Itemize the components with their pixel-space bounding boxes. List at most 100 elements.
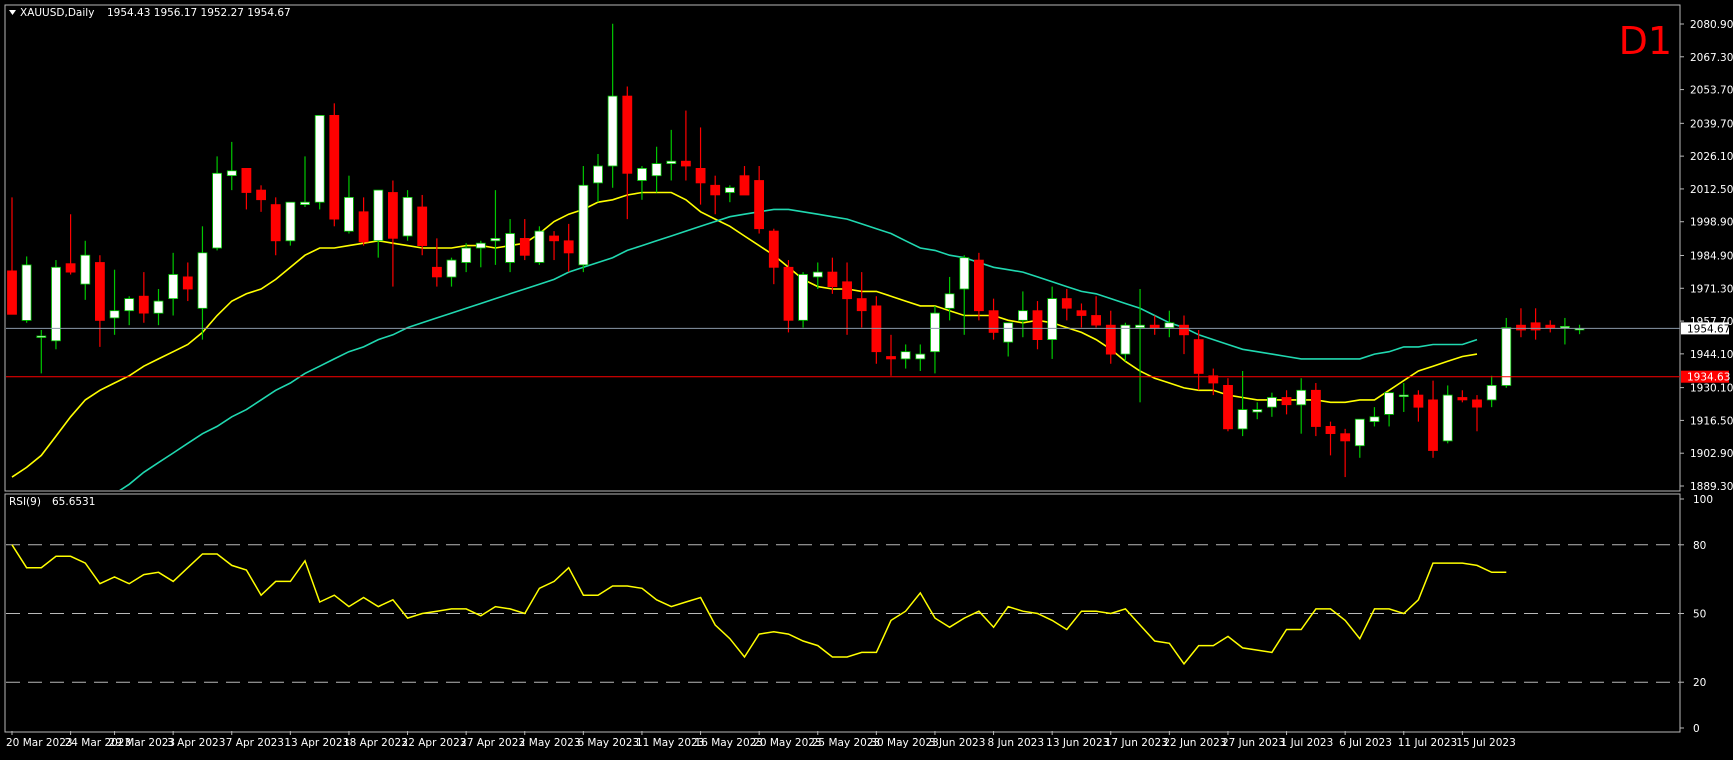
timeframe-label: D1 xyxy=(1619,19,1672,63)
candle-body xyxy=(886,356,896,360)
candle-body xyxy=(1457,397,1468,401)
rsi-value: 65.6531 xyxy=(52,496,95,508)
candle xyxy=(21,256,32,323)
candle-body xyxy=(812,271,823,278)
candle-body xyxy=(95,262,105,321)
price-tick-label: 1971.30 xyxy=(1690,283,1733,295)
candle-body xyxy=(1179,324,1189,336)
chart-background xyxy=(0,0,1733,756)
candle-body xyxy=(1398,394,1409,398)
rsi-label: RSI(9) xyxy=(9,496,41,508)
candle xyxy=(534,226,545,265)
candle-body xyxy=(1472,399,1482,408)
candle-body xyxy=(226,170,237,177)
candle-body xyxy=(1311,389,1321,427)
candle-body xyxy=(109,310,120,319)
candle-body xyxy=(651,163,662,177)
candle-body xyxy=(197,252,208,309)
candle-body xyxy=(446,259,457,278)
candle-body xyxy=(1428,399,1438,451)
price-tick-label: 1944.10 xyxy=(1690,349,1733,361)
candle-body xyxy=(1003,322,1014,343)
price-tick-label: 2053.70 xyxy=(1690,85,1733,97)
candle-body xyxy=(900,351,911,360)
candle-body xyxy=(36,335,47,338)
candle-body xyxy=(1252,409,1263,413)
candle-body xyxy=(505,233,516,263)
price-tick-label: 2080.90 xyxy=(1690,19,1733,31)
candle-body xyxy=(417,206,428,246)
candle-body xyxy=(1149,324,1160,329)
candle-body xyxy=(329,115,340,220)
rsi-tick-label: 20 xyxy=(1693,677,1706,689)
candle-body xyxy=(461,247,472,263)
candle-body xyxy=(182,276,193,290)
candle-body xyxy=(1560,325,1570,329)
date-tick-label: 8 Jun 2023 xyxy=(988,737,1044,749)
candle-body xyxy=(212,172,223,249)
candle xyxy=(314,115,325,210)
candle-body xyxy=(1530,322,1541,331)
candle-body xyxy=(314,115,325,203)
date-tick-label: 27 Jun 2023 xyxy=(1222,737,1285,749)
candle-body xyxy=(65,263,76,273)
chart-window[interactable]: XAUUSD,Daily 1954.43 1956.17 1952.27 195… xyxy=(0,0,1733,756)
candle-body xyxy=(1091,315,1101,326)
candle-body xyxy=(373,189,384,242)
candle-body xyxy=(475,242,486,249)
candle-body xyxy=(1413,394,1424,408)
date-tick-label: 22 Apr 2023 xyxy=(402,737,467,749)
candle-body xyxy=(431,266,442,278)
bid-price-tag-label: 1954.67 xyxy=(1687,323,1730,335)
candle-body xyxy=(974,259,984,312)
date-tick-label: 13 Jun 2023 xyxy=(1046,737,1109,749)
candle xyxy=(798,272,808,328)
candle-body xyxy=(1120,324,1131,355)
candle-body xyxy=(51,266,61,342)
candle-body xyxy=(739,175,750,196)
candle-body xyxy=(988,310,999,333)
candle-body xyxy=(944,293,955,309)
candle xyxy=(1223,378,1233,432)
candle xyxy=(974,252,984,321)
candle xyxy=(402,190,413,241)
candle-body xyxy=(695,167,706,184)
candle-body xyxy=(754,180,764,230)
candle-body xyxy=(7,270,17,315)
candle-body xyxy=(842,281,852,300)
date-tick-label: 6 May 2023 xyxy=(577,737,639,749)
candle-body xyxy=(1047,298,1058,341)
candle-body xyxy=(1384,392,1394,415)
date-tick-label: 1 Jul 2023 xyxy=(1281,737,1334,749)
symbol-label: XAUUSD,Daily xyxy=(20,7,94,19)
price-tick-label: 2026.10 xyxy=(1690,151,1733,163)
candle-body xyxy=(490,237,501,242)
candle-body xyxy=(1325,425,1336,434)
candle-body xyxy=(1442,394,1453,442)
candle-body xyxy=(300,201,310,205)
candle-body xyxy=(1516,324,1526,331)
candle-body xyxy=(358,211,369,243)
candle-body xyxy=(153,300,164,314)
candle-body xyxy=(1545,324,1556,329)
date-tick-label: 22 Jun 2023 xyxy=(1163,737,1226,749)
date-tick-label: 7 Apr 2023 xyxy=(226,737,284,749)
date-tick-label: 11 Jul 2023 xyxy=(1398,737,1457,749)
candle-body xyxy=(725,187,735,193)
candle-body xyxy=(563,240,574,254)
candle-body xyxy=(1296,389,1307,406)
candle-body xyxy=(959,257,970,290)
candle-body xyxy=(856,298,867,312)
candle-body xyxy=(1061,298,1072,309)
date-tick-label: 20 Mar 2023 xyxy=(6,737,73,749)
candle-body xyxy=(1354,418,1365,447)
candle-body xyxy=(607,95,618,167)
candle-body xyxy=(1237,409,1248,430)
date-tick-label: 27 Apr 2023 xyxy=(460,737,525,749)
candle-body xyxy=(256,189,267,201)
date-tick-label: 17 Jun 2023 xyxy=(1105,737,1168,749)
candle-body xyxy=(1135,324,1145,329)
candle-body xyxy=(915,353,926,360)
candle-body xyxy=(1018,310,1028,321)
candle-body xyxy=(681,160,691,167)
